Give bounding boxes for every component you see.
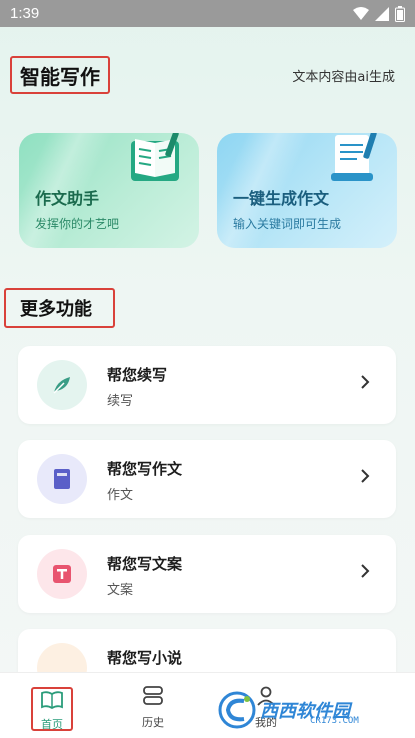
feature-title: 帮您写小说 — [107, 649, 183, 667]
one-click-essay-card[interactable]: 一键生成作文 输入关键词即可生成 — [217, 133, 397, 248]
card-subtitle: 输入关键词即可生成 — [233, 217, 342, 231]
nav-label: 首页 — [41, 718, 63, 731]
continue-writing-item[interactable]: 帮您续写 续写 — [18, 346, 396, 424]
feather-icon — [37, 360, 87, 410]
status-time: 1:39 — [10, 5, 40, 22]
feature-subtitle: 续写 — [107, 394, 134, 409]
feature-title: 帮您续写 — [107, 366, 168, 384]
document-pen-icon — [323, 133, 385, 193]
write-essay-item[interactable]: 帮您写作文 作文 — [18, 440, 396, 518]
signal-icon — [375, 6, 389, 21]
nav-home[interactable]: 首页 — [31, 687, 73, 731]
chevron-right-icon — [360, 563, 370, 583]
status-bar: 1:39 — [0, 0, 415, 27]
book-icon — [37, 454, 87, 504]
chevron-right-icon — [360, 374, 370, 394]
nav-history[interactable]: 历史 — [141, 685, 165, 730]
watermark-logo-icon — [218, 691, 256, 729]
card-title: 一键生成作文 — [233, 189, 330, 208]
home-book-icon — [41, 691, 63, 713]
card-title: 作文助手 — [35, 189, 100, 208]
chevron-right-icon — [360, 468, 370, 488]
feature-subtitle: 文案 — [107, 583, 134, 598]
nav-label: 历史 — [142, 716, 164, 729]
watermark-url: CR173.COM — [310, 716, 359, 726]
card-subtitle: 发挥你的才艺吧 — [35, 217, 120, 231]
ai-disclaimer: 文本内容由ai生成 — [292, 70, 395, 85]
site-watermark: 西西软件园 CR173.COM — [218, 688, 392, 732]
write-copy-item[interactable]: 帮您写文案 文案 — [18, 535, 396, 613]
feature-subtitle: 作文 — [107, 488, 134, 503]
history-icon — [141, 685, 165, 711]
feature-title: 帮您写作文 — [107, 460, 183, 478]
page-title: 智能写作 — [10, 56, 110, 94]
more-features-heading: 更多功能 — [4, 288, 115, 328]
header: 智能写作 文本内容由ai生成 — [0, 56, 415, 96]
feature-title: 帮您写文案 — [107, 555, 183, 573]
open-notebook-icon — [125, 133, 187, 193]
battery-icon — [395, 5, 405, 22]
essay-assistant-card[interactable]: 作文助手 发挥你的才艺吧 — [19, 133, 199, 248]
wifi-icon — [353, 6, 369, 21]
text-t-icon — [37, 549, 87, 599]
